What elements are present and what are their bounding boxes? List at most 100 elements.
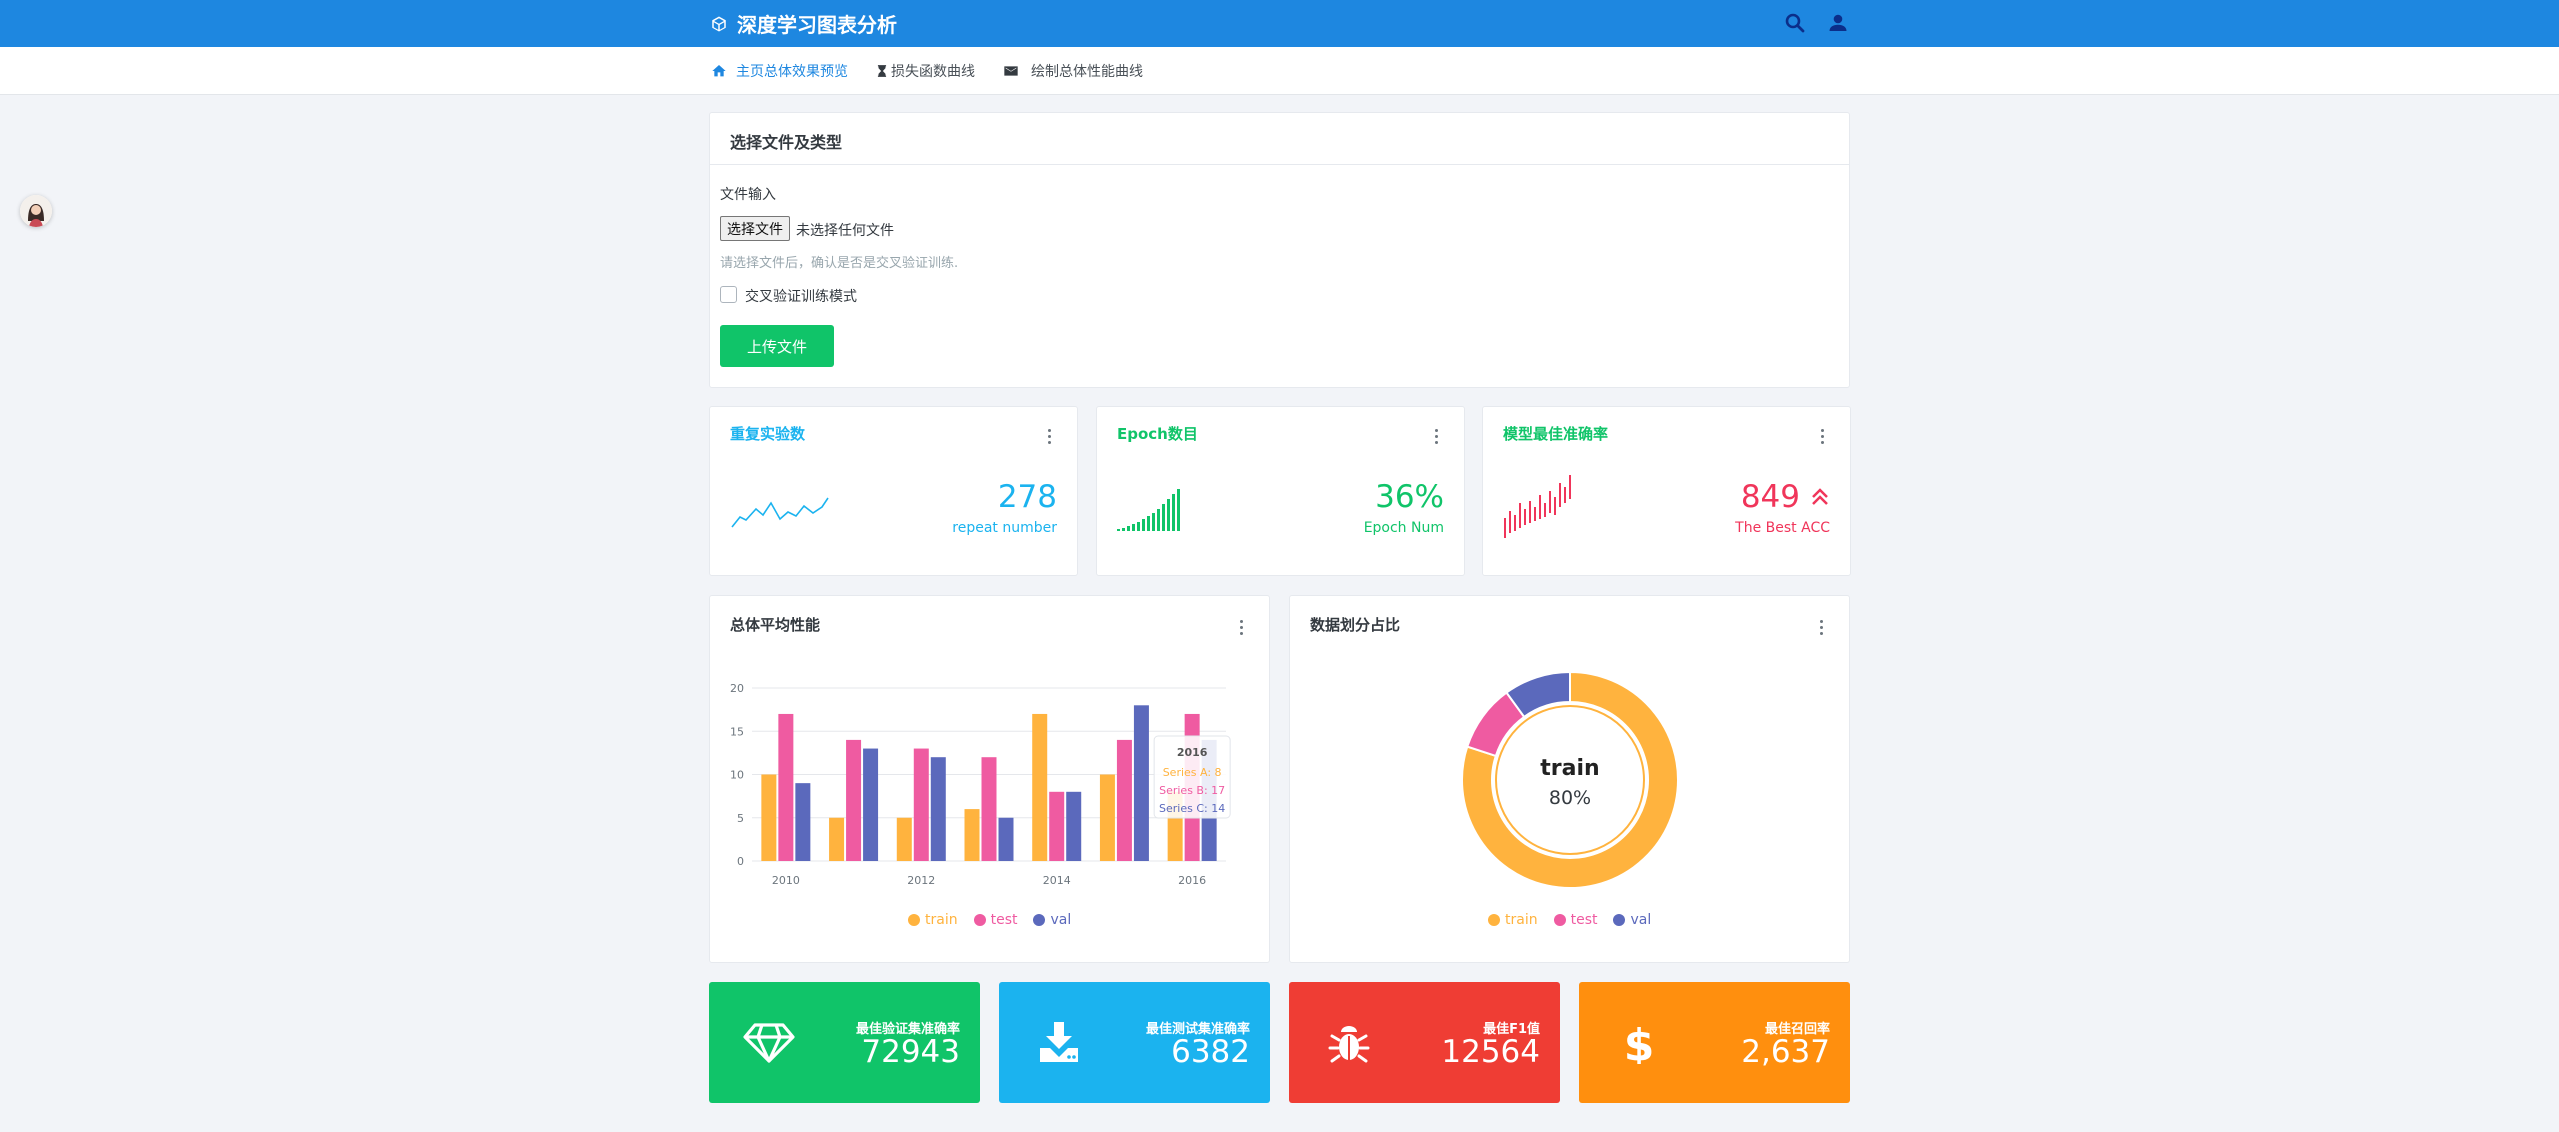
file-status: 未选择任何文件 <box>796 223 894 239</box>
bar-train[interactable] <box>964 809 980 861</box>
chart-tooltip: 2016 Series A: 8 Series B: 17 Series C: 14 <box>1153 735 1231 819</box>
stat-card-repeat: 重复实验数 278 repeat number <box>709 406 1078 576</box>
y-tick-label: 5 <box>737 812 744 825</box>
legend-item-test[interactable]: test <box>973 912 1018 928</box>
nav-bar: 主页总体效果预览 损失函数曲线 绘制总体性能曲线 <box>0 47 2559 95</box>
tile-value: 72943 <box>861 1034 960 1070</box>
avatar[interactable] <box>20 195 52 227</box>
legend-dot <box>1613 914 1626 926</box>
app-brand[interactable]: 深度学习图表分析 <box>710 0 897 47</box>
more-options-icon[interactable] <box>1046 429 1052 445</box>
tile-val-accuracy: 最佳验证集准确率 72943 <box>709 982 980 1103</box>
bar-val[interactable] <box>1133 705 1149 861</box>
app-title: 深度学习图表分析 <box>737 13 897 37</box>
tile-value: 12564 <box>1441 1034 1540 1070</box>
search-icon[interactable] <box>1783 11 1807 35</box>
bar-test[interactable] <box>981 757 997 861</box>
cross-validation-checkbox[interactable] <box>720 286 737 303</box>
nav-item-label: 绘制总体性能曲线 <box>1031 64 1143 80</box>
file-input-label: 文件输入 <box>720 187 776 203</box>
sparkline-bars <box>1117 489 1180 531</box>
stat-value: 36% <box>1375 479 1444 515</box>
legend-item-train[interactable]: train <box>1488 912 1538 928</box>
bar-chart-legend: train test val <box>908 912 1087 928</box>
nav-item-performance[interactable]: 绘制总体性能曲线 <box>1003 47 1143 95</box>
bar-val[interactable] <box>930 757 946 861</box>
more-options-icon[interactable] <box>1433 429 1439 445</box>
bar-test[interactable] <box>846 739 862 861</box>
legend-item-test[interactable]: test <box>1553 912 1598 928</box>
bar-train[interactable] <box>1099 774 1115 862</box>
stat-title: 重复实验数 <box>730 425 806 443</box>
hourglass-icon <box>877 65 887 77</box>
chevron-double-up-icon <box>1812 488 1828 505</box>
legend-label: val <box>1050 912 1072 928</box>
bar-test[interactable] <box>913 748 929 861</box>
bar-test[interactable] <box>1049 791 1065 861</box>
stat-subtitle: Epoch Num <box>1363 520 1444 536</box>
legend-label: train <box>925 912 958 928</box>
nav-item-home[interactable]: 主页总体效果预览 <box>711 47 848 95</box>
legend-label: test <box>1570 912 1598 928</box>
more-options-icon[interactable] <box>1819 429 1825 445</box>
sparkline-line <box>731 497 829 528</box>
nav-item-loss[interactable]: 损失函数曲线 <box>875 47 975 95</box>
sparkline-candles <box>1504 475 1571 538</box>
legend-item-val[interactable]: val <box>1033 912 1071 928</box>
tile-value: 6382 <box>1171 1034 1250 1070</box>
bar-val[interactable] <box>795 783 811 861</box>
bar-val[interactable] <box>1066 791 1082 861</box>
tile-recall: $ 最佳召回率 2,637 <box>1579 982 1850 1103</box>
dollar-icon: $ <box>1624 1022 1655 1064</box>
x-tick-label: 2014 <box>1043 874 1071 887</box>
bar-train[interactable] <box>761 774 777 862</box>
bar-test[interactable] <box>778 713 794 861</box>
bar-test[interactable] <box>1116 739 1132 861</box>
x-tick-label: 2012 <box>907 874 935 887</box>
bug-icon <box>1328 1026 1370 1063</box>
legend-label: val <box>1630 912 1652 928</box>
legend-item-train[interactable]: train <box>908 912 958 928</box>
tooltip-line: Series A: 8 <box>1163 766 1222 779</box>
nav-item-label: 主页总体效果预览 <box>736 64 848 80</box>
legend-dot <box>1488 914 1500 926</box>
stat-title: 模型最佳准确率 <box>1503 425 1609 443</box>
legend-label: test <box>990 912 1018 928</box>
legend-dot <box>1553 914 1566 926</box>
upload-card-header: 选择文件及类型 <box>710 113 1849 165</box>
stat-card-epoch: Epoch数目 36% Epoch Num <box>1096 406 1465 576</box>
legend-dot <box>908 914 920 926</box>
cube-icon <box>712 16 726 31</box>
bar-val[interactable] <box>863 748 879 861</box>
tooltip-line: Series C: 14 <box>1159 802 1225 815</box>
diamond-icon <box>743 1023 795 1063</box>
tooltip-title: 2016 <box>1177 746 1208 759</box>
x-tick-label: 2010 <box>772 874 800 887</box>
donut-chart-legend: train test val <box>1488 912 1667 928</box>
x-tick-label: 2016 <box>1178 874 1206 887</box>
bar-train[interactable] <box>896 817 912 861</box>
bar-chart-card: 总体平均性能 0 5 10 15 20 2010 2012 2014 2016 2016 Serie… <box>709 595 1270 963</box>
legend-dot <box>973 914 986 926</box>
legend-item-val[interactable]: val <box>1613 912 1651 928</box>
top-bar: 深度学习图表分析 <box>0 0 2559 47</box>
stat-subtitle: The Best ACC <box>1735 520 1830 536</box>
donut-center-label: train <box>1540 756 1599 781</box>
legend-dot <box>1033 914 1046 926</box>
tile-test-accuracy: 最佳测试集准确率 6382 <box>999 982 1270 1103</box>
cross-validation-label[interactable]: 交叉验证训练模式 <box>745 286 857 306</box>
bar-train[interactable] <box>1032 713 1048 861</box>
avatar-image <box>20 195 52 227</box>
bar-val[interactable] <box>998 817 1014 861</box>
y-tick-label: 10 <box>730 769 744 782</box>
y-tick-label: 0 <box>737 855 744 868</box>
choose-file-button[interactable]: 选择文件 <box>720 216 790 241</box>
user-icon[interactable] <box>1826 11 1850 35</box>
bar-train[interactable] <box>829 817 845 861</box>
file-help-text: 请选择文件后，确认是否是交叉验证训练. <box>720 256 959 271</box>
upload-button[interactable]: 上传文件 <box>720 325 834 367</box>
stat-value: 849 <box>1740 479 1800 515</box>
upload-card: 选择文件及类型 文件输入 选择文件 未选择任何文件 请选择文件后，确认是否是交叉… <box>709 112 1850 388</box>
donut-chart-card: 数据划分占比 train 80% train test val <box>1289 595 1850 963</box>
donut-chart: train 80% <box>1461 670 1679 889</box>
